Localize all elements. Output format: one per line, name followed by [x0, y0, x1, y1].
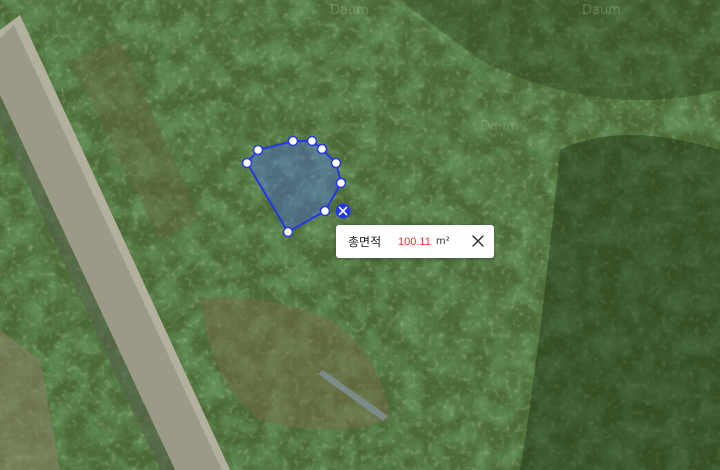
- polygon-vertex[interactable]: [252, 144, 264, 156]
- polygon-vertex[interactable]: [330, 157, 342, 169]
- area-unit: m²: [435, 236, 450, 247]
- polygon-vertex[interactable]: [306, 135, 318, 147]
- area-measurement-popup: 총면적 100.11 m²: [336, 225, 494, 258]
- delete-vertex-icon[interactable]: [335, 203, 351, 219]
- map-watermark: Daum: [330, 3, 369, 18]
- map-watermark: Daum: [582, 3, 621, 18]
- polygon-vertex[interactable]: [316, 143, 328, 155]
- total-area-label: 총면적: [348, 235, 382, 249]
- polygon-vertex[interactable]: [282, 226, 294, 238]
- total-area-value: 100.11: [398, 235, 431, 248]
- polygon-vertex[interactable]: [241, 157, 253, 169]
- close-icon[interactable]: [469, 232, 487, 250]
- polygon-vertex[interactable]: [287, 135, 299, 147]
- map-watermark: Daum: [480, 119, 519, 134]
- polygon-vertex[interactable]: [319, 205, 331, 217]
- polygon-vertex[interactable]: [335, 177, 347, 189]
